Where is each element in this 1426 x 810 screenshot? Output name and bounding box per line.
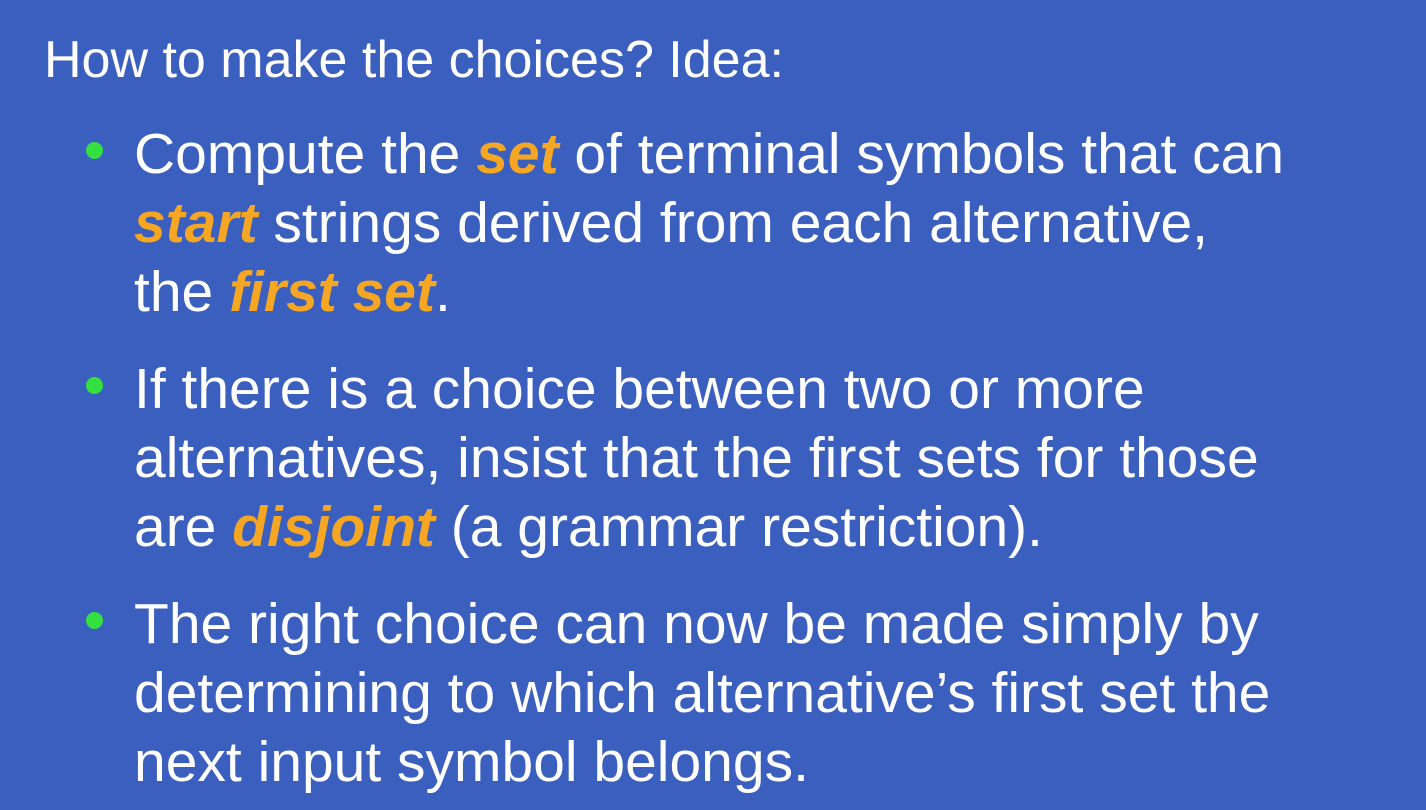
- bullet-3-line-3-text-1: next input symbol belongs.: [134, 730, 809, 794]
- bullet-2-line-1: If there is a choice between two or more: [134, 355, 1404, 424]
- bullet-2-line-2: alternatives, insist that the first sets…: [134, 424, 1404, 493]
- bullet-dot-icon: [86, 142, 103, 159]
- bullet-2-line-3-text-2: (a grammar restriction).: [434, 495, 1043, 559]
- bullet-3-line-3: next input symbol belongs.: [134, 728, 1404, 797]
- bullet-2-line-3: are disjoint (a grammar restriction).: [134, 493, 1404, 562]
- emphasis-disjoint: disjoint: [232, 495, 435, 559]
- bullet-1-line-3-text-2: .: [434, 260, 451, 324]
- slide: How to make the choices? Idea: Compute t…: [0, 0, 1426, 810]
- bullet-3-line-2: determining to which alternative’s first…: [134, 659, 1404, 728]
- bullet-2-line-2-text-1: alternatives, insist that the first sets…: [134, 426, 1259, 490]
- bullet-item-1: Compute the set of terminal symbols that…: [86, 120, 1404, 327]
- bullet-dot-icon: [86, 612, 103, 629]
- emphasis-first-set: first set: [229, 260, 435, 324]
- bullet-3-line-1-text-1: The right choice can now be made simply …: [134, 592, 1259, 656]
- emphasis-start: start: [134, 191, 258, 255]
- bullet-item-3: The right choice can now be made simply …: [86, 590, 1404, 797]
- bullet-1-line-1: Compute the set of terminal symbols that…: [134, 120, 1404, 189]
- bullet-1-line-3-text-1: the: [134, 260, 230, 324]
- bullet-2-line-1-text-1: If there is a choice between two or more: [134, 357, 1145, 421]
- bullet-1-line-2-text-1: strings derived from each alternative,: [257, 191, 1208, 255]
- slide-intro-heading: How to make the choices? Idea:: [44, 31, 784, 89]
- bullet-3-line-1: The right choice can now be made simply …: [134, 590, 1404, 659]
- bullet-1-line-1-text-2: of terminal symbols that can: [558, 122, 1285, 186]
- bullet-1-line-2: start strings derived from each alternat…: [134, 189, 1404, 258]
- bullet-3-line-2-text-1: determining to which alternative’s first…: [134, 661, 1271, 725]
- bullet-2-line-3-text-1: are: [134, 495, 233, 559]
- bullet-dot-icon: [86, 377, 103, 394]
- emphasis-set: set: [476, 122, 559, 186]
- bullet-item-2: If there is a choice between two or more…: [86, 355, 1404, 562]
- bullet-1-line-1-text-1: Compute the: [134, 122, 477, 186]
- bullet-1-line-3: the first set.: [134, 258, 1404, 327]
